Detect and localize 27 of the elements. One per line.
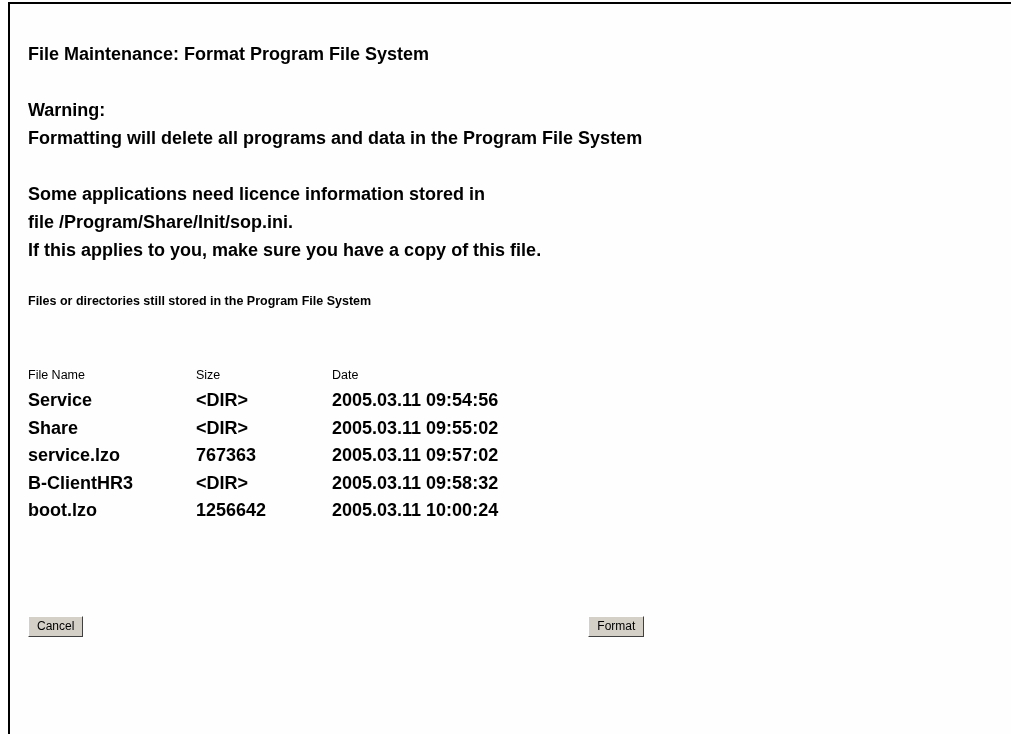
files-heading: Files or directories still stored in the Program File System — [28, 294, 373, 308]
notice-text: If this applies to you, make sure you have a copy of this file. — [28, 239, 543, 262]
table-cell-text: <DIR> — [196, 416, 250, 440]
table-cell-text: 2005.03.11 09:57:02 — [332, 444, 499, 467]
column-header: Size — [196, 367, 222, 384]
format-button[interactable]: Format — [588, 615, 645, 637]
notice-text: Some applications need licence information stored in — [28, 183, 487, 206]
table-cell-text: B-ClientHR3 — [28, 471, 134, 495]
table-cell-text: 2005.03.11 10:00:24 — [332, 499, 499, 522]
table-cell-text: Share — [28, 416, 80, 440]
warning-text: Formatting will delete all programs and data in the Program File System — [28, 127, 644, 150]
table-cell-text: 1256642 — [196, 499, 268, 522]
warning-label: Warning: — [28, 99, 107, 122]
table-cell-text: Service — [28, 389, 94, 412]
page-title: File Maintenance: Format Program File System — [28, 43, 431, 66]
table-cell-text: 2005.03.11 09:55:02 — [332, 416, 499, 440]
table-cell-text: service.lzo — [28, 444, 122, 467]
column-header: Date — [332, 367, 360, 384]
column-header: File Name — [28, 367, 86, 384]
notice-text: file /Program/Share/Init/sop.ini. — [28, 211, 295, 234]
cancel-button[interactable]: Cancel — [28, 615, 84, 637]
table-cell-text: <DIR> — [196, 389, 250, 412]
table-cell-text: <DIR> — [196, 471, 250, 495]
table-cell-text: boot.lzo — [28, 499, 98, 522]
table-cell-text: 2005.03.11 09:54:56 — [332, 389, 499, 412]
table-cell-text: 767363 — [196, 444, 258, 467]
table-cell-text: 2005.03.11 09:58:32 — [332, 471, 499, 495]
